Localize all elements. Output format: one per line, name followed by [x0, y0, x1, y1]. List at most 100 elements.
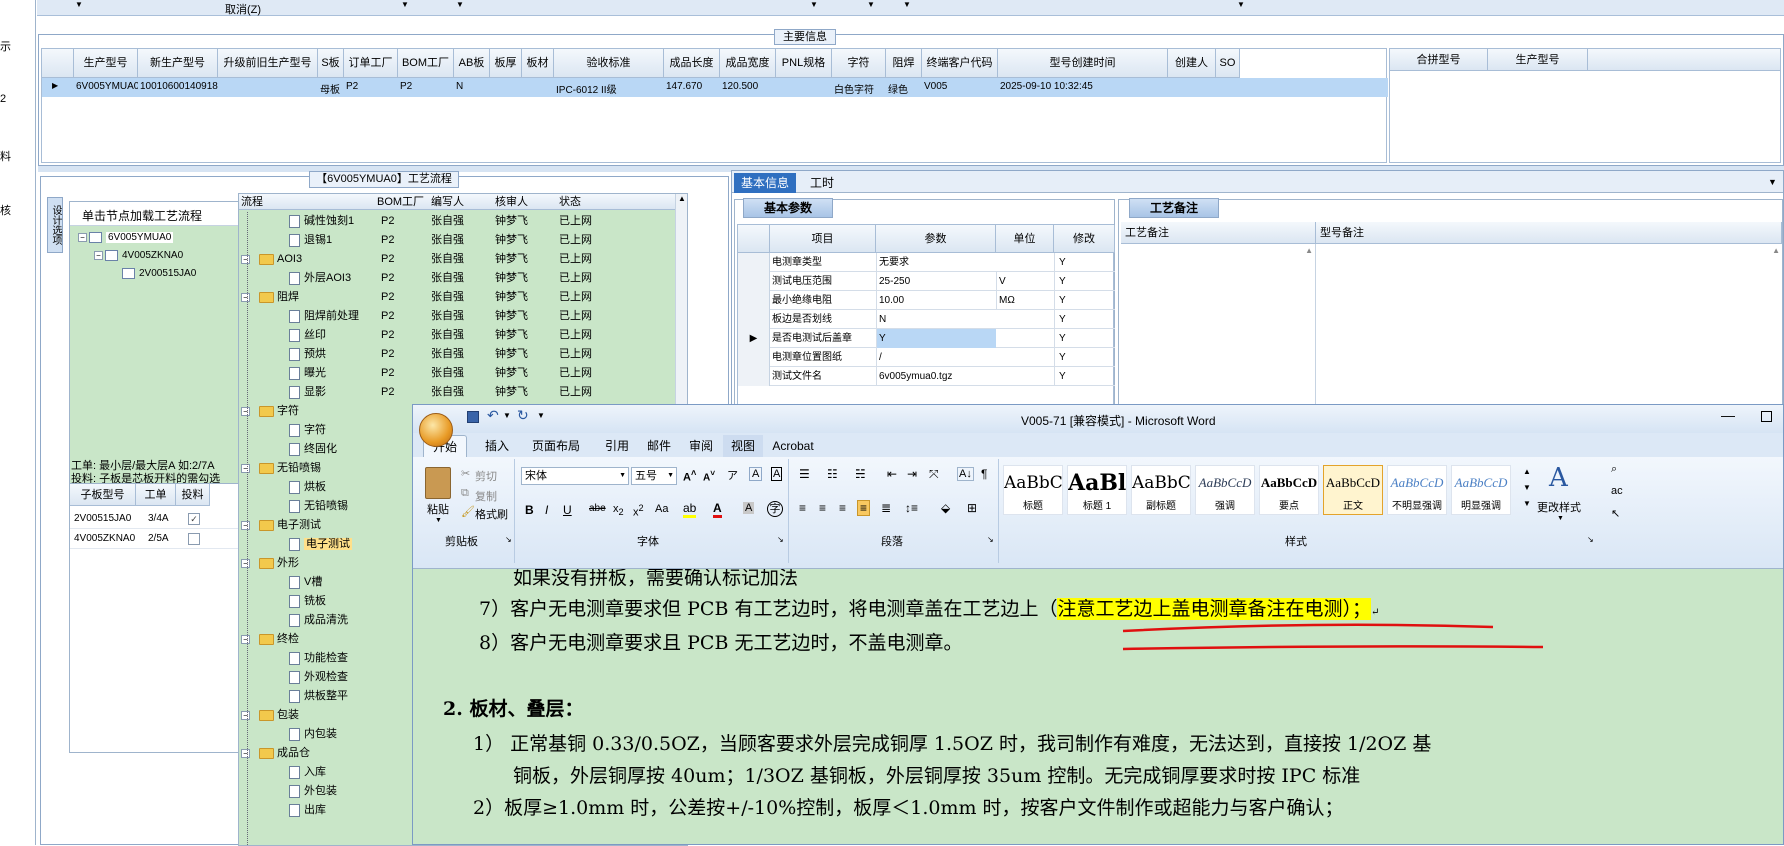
highlight-icon[interactable]: ab [683, 501, 697, 518]
style-item[interactable]: AaBbCcD 强调 [1195, 465, 1255, 515]
expander-icon[interactable]: − [241, 559, 250, 568]
tab-work-hours[interactable]: 工时 [802, 173, 842, 193]
expander-icon[interactable]: − [241, 293, 250, 302]
styles-scroll-down-icon[interactable]: ▼ [1523, 483, 1531, 492]
scroll-up-icon[interactable]: ▲ [678, 194, 686, 203]
word-tab[interactable]: 视图 [723, 435, 763, 457]
dropdown-arrow-icon[interactable]: ▼ [503, 411, 511, 420]
shading-icon[interactable]: ⬙ [941, 501, 950, 515]
params-row[interactable]: 板边是否划线 N Y [738, 310, 1115, 329]
table-row[interactable]: 4V005ZKNA0 2/5A [70, 530, 266, 549]
expander-icon[interactable]: − [241, 255, 250, 264]
tab-process-remarks[interactable]: 工艺备注 [1129, 198, 1219, 218]
word-tab[interactable]: 邮件 [641, 435, 677, 457]
font-color-icon[interactable]: A [713, 501, 722, 518]
redo-icon[interactable]: ↻ [517, 407, 529, 424]
line-spacing-icon[interactable]: ↕≡ [905, 501, 918, 515]
maximize-icon[interactable] [1761, 411, 1772, 422]
copy-button[interactable]: 复制 [475, 488, 497, 504]
flow-row[interactable]: 预烘 P2 张自强 钟梦飞 已上网 [239, 345, 675, 364]
font-size-select[interactable]: 五号 ▼ [631, 467, 677, 485]
style-item[interactable]: AaBbCcD 要点 [1259, 465, 1319, 515]
tree-node[interactable]: −4V005ZKNA0 [94, 250, 183, 261]
checkbox-checked[interactable]: ✓ [188, 513, 200, 525]
style-item[interactable]: AaBbC 副标题 [1131, 465, 1191, 515]
copy-icon[interactable]: ⧉ [461, 487, 469, 500]
params-row[interactable]: 电测章位置图纸 / Y [738, 348, 1115, 367]
flow-row[interactable]: 退锡1 P2 张自强 钟梦飞 已上网 [239, 231, 675, 250]
word-tab[interactable]: 页面布局 [521, 435, 591, 457]
style-item[interactable]: AaBl 标题 1 [1067, 465, 1127, 515]
subscript-icon[interactable]: x2 [613, 503, 624, 517]
param-value[interactable]: 10.00 [876, 291, 996, 310]
model-remarks-textarea[interactable]: ▲ [1316, 244, 1782, 410]
undo-icon[interactable]: ↶ [487, 407, 499, 424]
multilevel-list-icon[interactable]: ☵ [855, 467, 866, 481]
dialog-launcher-icon[interactable]: ↘ [1587, 535, 1594, 544]
document-area[interactable]: 如果没有拼板，需要确认标记加法 7）客户无电测章要求但 PCB 有工艺边时，将电… [413, 569, 1783, 844]
word-tab[interactable]: 插入 [477, 435, 517, 457]
param-value[interactable]: 25-250 [876, 272, 996, 291]
bold-icon[interactable]: B [525, 503, 534, 517]
dialog-launcher-icon[interactable]: ↘ [505, 535, 512, 544]
numbering-icon[interactable]: ☷ [827, 467, 838, 481]
align-center-icon[interactable]: ≡ [819, 501, 826, 515]
find-icon[interactable]: ⌕ [1611, 463, 1617, 476]
params-row[interactable]: ▶ 是否电测试后盖章 Y Y [738, 329, 1115, 348]
flow-row[interactable]: − AOI3 P2 张自强 钟梦飞 已上网 [239, 250, 675, 269]
change-styles-button[interactable]: 更改样式 [1537, 499, 1581, 515]
char-shading-icon[interactable]: A [743, 502, 755, 514]
params-row[interactable]: 最小绝缘电阻 10.00 MΩ Y [738, 291, 1115, 310]
param-value[interactable]: N [876, 310, 996, 329]
cancel-button[interactable]: 取消(Z) [225, 1, 261, 17]
table-row[interactable]: 2V00515JA0 3/4A ✓ [70, 510, 266, 529]
show-marks-icon[interactable]: ¶ [981, 467, 987, 481]
save-icon[interactable] [467, 411, 479, 423]
enclose-char-icon[interactable]: 字 [767, 501, 783, 517]
decrease-indent-icon[interactable]: ⇤ [887, 467, 897, 481]
underline-icon[interactable]: U [563, 503, 572, 517]
word-tab[interactable]: 引用 [599, 435, 635, 457]
dropdown-arrow-icon[interactable]: ▼ [867, 0, 875, 9]
dropdown-arrow-icon[interactable]: ▼ [810, 0, 818, 9]
flow-row[interactable]: 曝光 P2 张自强 钟梦飞 已上网 [239, 364, 675, 383]
dialog-launcher-icon[interactable]: ↘ [987, 535, 994, 544]
chevron-down-icon[interactable]: ▼ [1768, 177, 1777, 187]
styles-more-icon[interactable]: ▼ [1523, 499, 1531, 508]
flow-row[interactable]: − 阻焊 P2 张自强 钟梦飞 已上网 [239, 288, 675, 307]
borders-icon[interactable]: ⊞ [967, 501, 977, 515]
tab-basic-info[interactable]: 基本信息 [734, 173, 796, 193]
word-tab[interactable]: Acrobat [765, 435, 821, 457]
bullets-icon[interactable]: ☰ [799, 467, 810, 481]
process-remarks-textarea[interactable]: ▲ [1121, 244, 1316, 410]
cut-icon[interactable]: ✂ [461, 467, 470, 480]
flow-row[interactable]: 碱性蚀刻1 P2 张自强 钟梦飞 已上网 [239, 212, 675, 231]
left-edge-item[interactable]: 核 [0, 202, 11, 218]
checkbox-unchecked[interactable] [188, 533, 200, 545]
sort-icon[interactable]: A↓ [957, 467, 974, 481]
superscript-icon[interactable]: x2 [633, 503, 644, 519]
grow-font-icon[interactable]: A˄ [683, 468, 696, 484]
style-item[interactable]: AaBbCcD 正文 [1323, 465, 1383, 515]
dialog-launcher-icon[interactable]: ↘ [777, 535, 784, 544]
style-item[interactable]: AaBbCcD 明显强调 [1451, 465, 1511, 515]
style-item[interactable]: AaBbCcD 不明显强调 [1387, 465, 1447, 515]
dropdown-arrow-icon[interactable]: ▼ [1557, 515, 1564, 522]
phonetic-guide-icon[interactable]: ア [727, 467, 738, 483]
param-value[interactable]: / [876, 348, 996, 367]
tab-basic-params[interactable]: 基本参数 [743, 198, 833, 218]
design-options-tab[interactable]: 设计选项 [47, 197, 63, 253]
dropdown-arrow-icon[interactable]: ▼ [456, 0, 464, 9]
flow-row[interactable]: 丝印 P2 张自强 钟梦飞 已上网 [239, 326, 675, 345]
params-row[interactable]: 测试电压范围 25-250 V Y [738, 272, 1115, 291]
param-value[interactable]: 6v005ymua0.tgz [876, 367, 996, 386]
change-case-icon[interactable]: Aa [655, 503, 668, 515]
tree-node[interactable]: −6V005YMUA0 [78, 232, 174, 244]
paste-button[interactable]: 粘贴 [427, 501, 449, 517]
clear-formatting-icon[interactable]: A [749, 467, 763, 481]
minimize-icon[interactable]: — [1721, 407, 1735, 423]
align-left-icon[interactable]: ≡ [799, 501, 806, 515]
distributed-icon[interactable]: ≣ [881, 501, 891, 515]
increase-indent-icon[interactable]: ⇥ [907, 467, 917, 481]
left-edge-item[interactable]: 料 [0, 148, 11, 164]
